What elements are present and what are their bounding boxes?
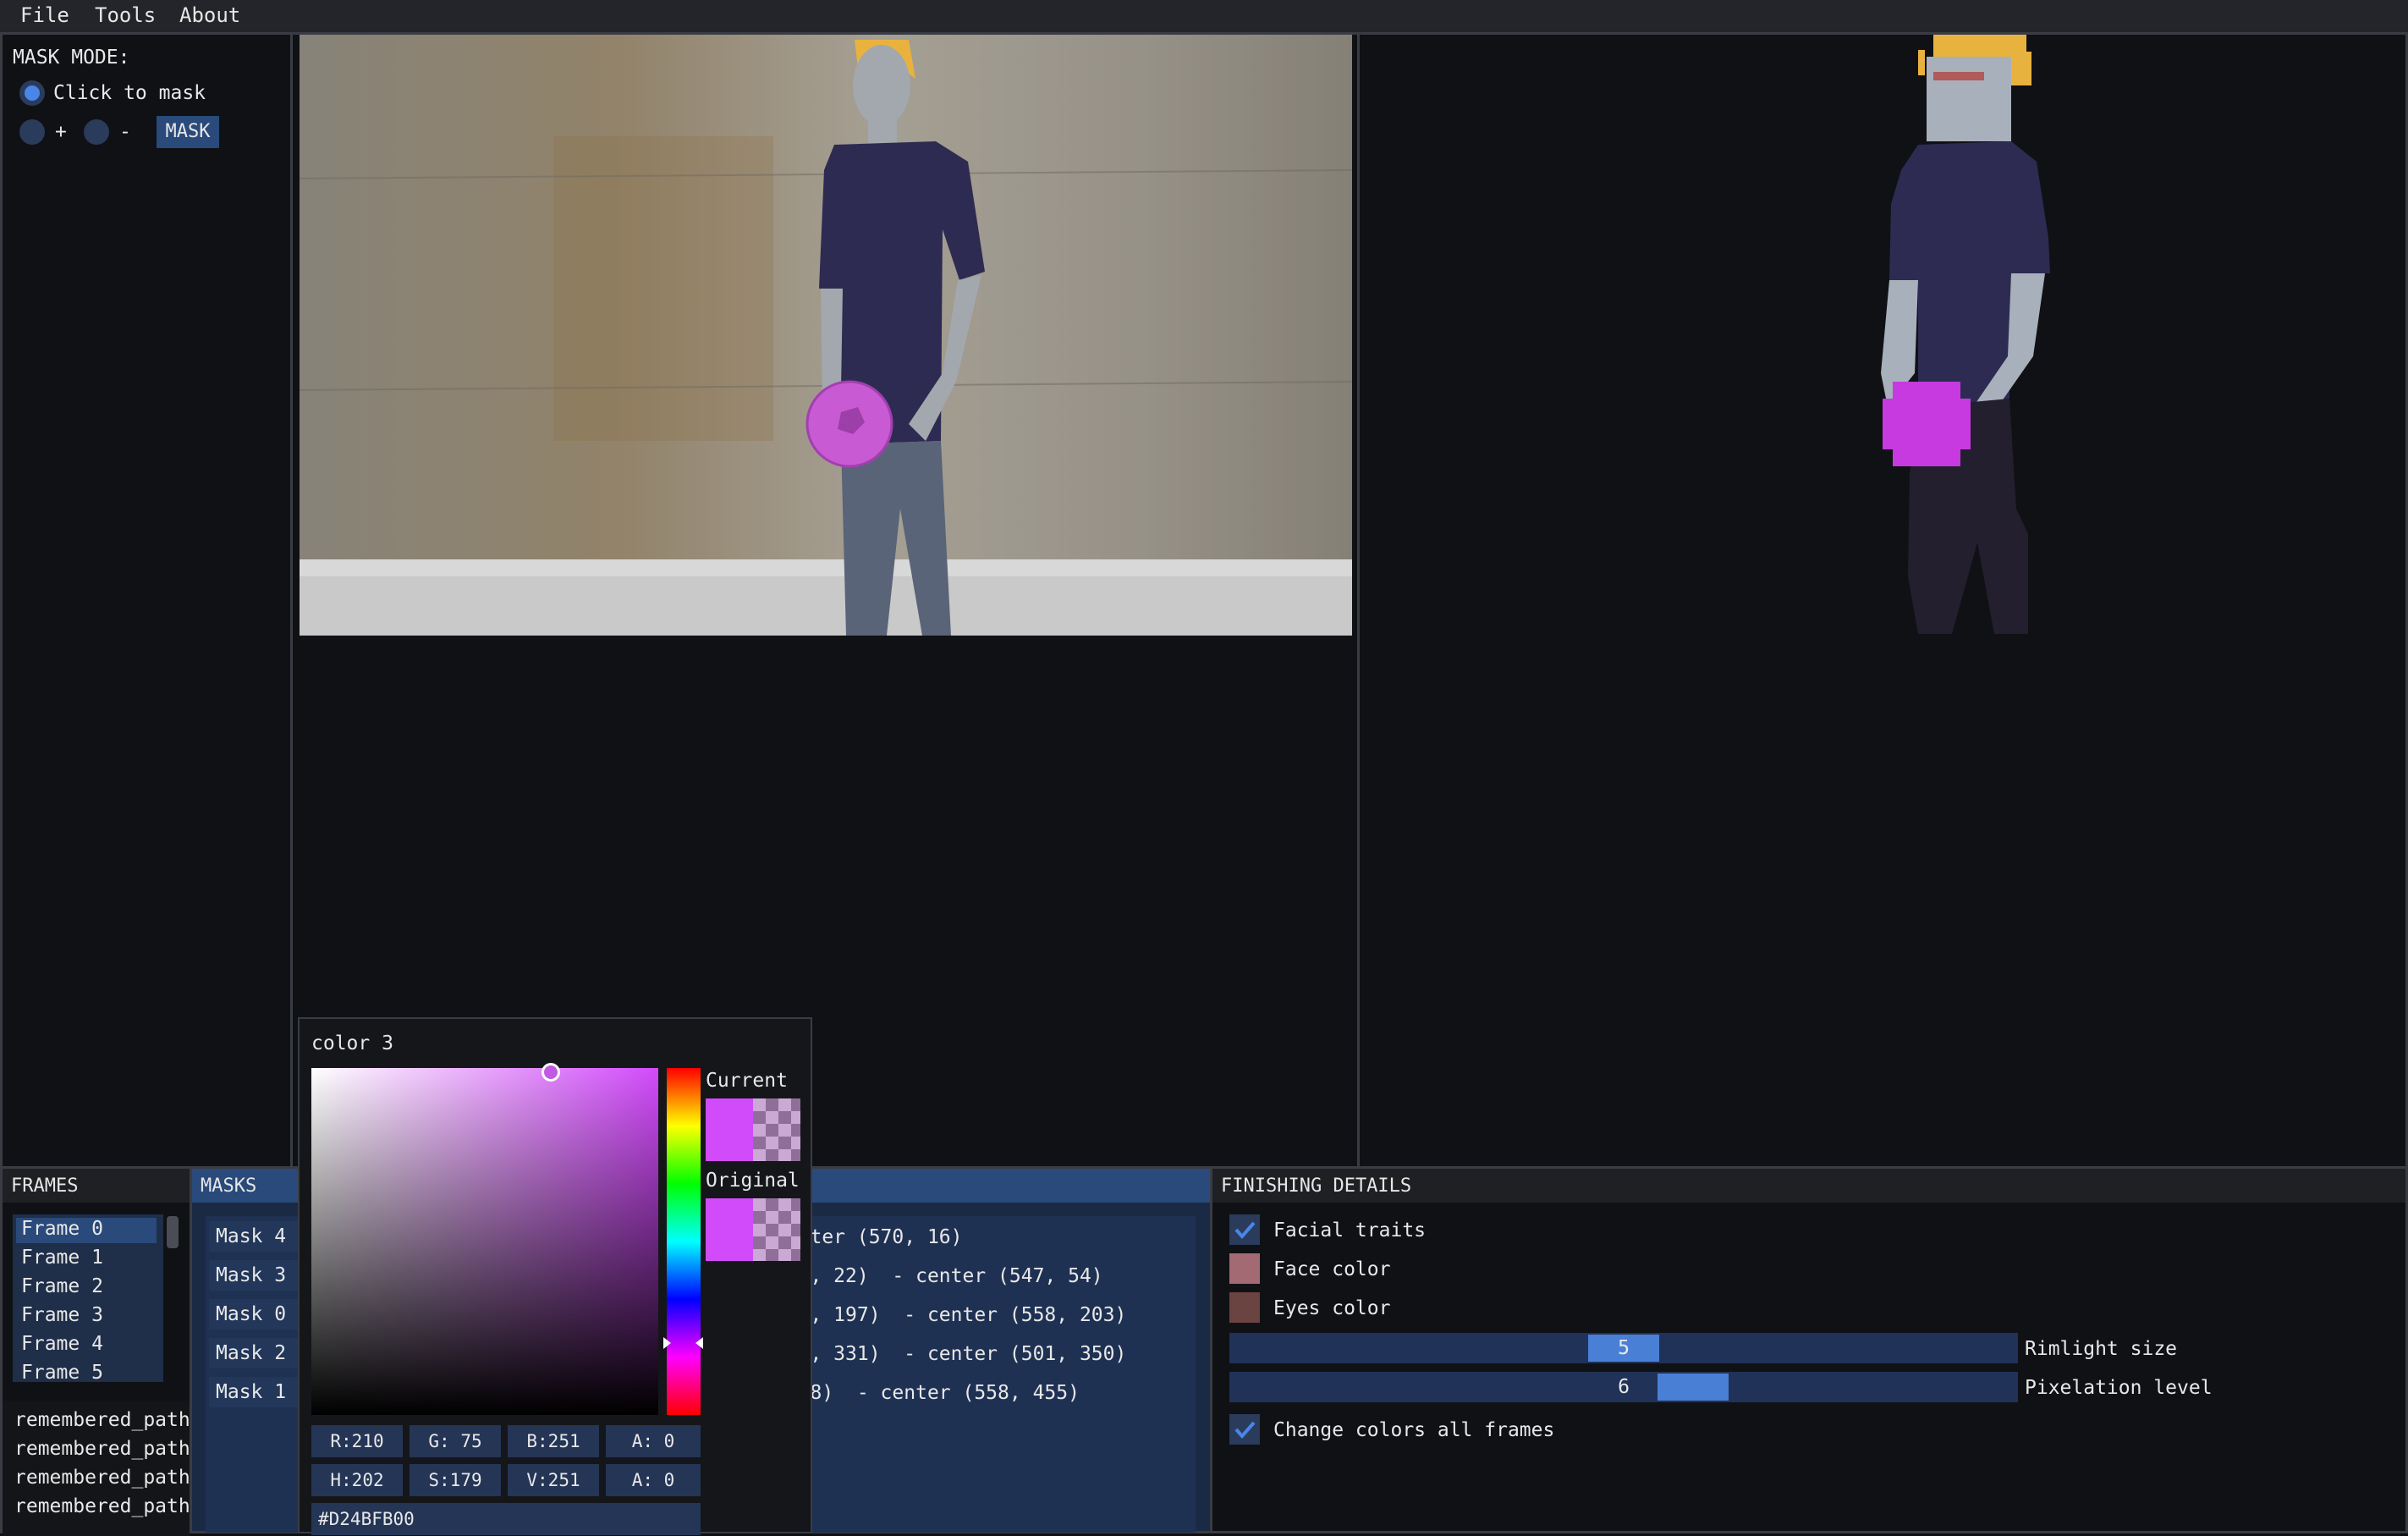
remove-mask-radio[interactable] <box>84 119 109 145</box>
history-list: remembered_path remembered_path remember… <box>3 1401 190 1536</box>
menu-tools[interactable]: Tools <box>95 3 156 27</box>
red-channel-input[interactable]: R:210 <box>311 1425 403 1457</box>
mask-item-button[interactable]: Mask 3 <box>209 1260 302 1291</box>
source-frame-image[interactable] <box>300 35 1352 636</box>
frames-scrollbar[interactable] <box>167 1216 179 1248</box>
finishing-title: FINISHING DETAILS <box>1221 1175 1412 1197</box>
pixelation-label: Pixelation level <box>2025 1377 2213 1399</box>
face-color-swatch[interactable] <box>1229 1253 1260 1284</box>
rimlight-label: Rimlight size <box>2025 1338 2178 1360</box>
hue-slider[interactable] <box>667 1068 701 1415</box>
finishing-header: FINISHING DETAILS <box>1212 1169 2405 1203</box>
current-label: Current <box>706 1070 788 1092</box>
original-label: Original <box>706 1170 800 1192</box>
history-item[interactable]: remembered_path <box>14 1495 190 1517</box>
pixelation-level-slider[interactable]: 6 <box>1229 1372 2018 1402</box>
facial-traits-label: Facial traits <box>1273 1219 1427 1241</box>
result-view-panel <box>1357 32 2408 1170</box>
saturation-input[interactable]: S:179 <box>410 1464 501 1496</box>
frame-item[interactable]: Frame 2 <box>21 1275 103 1297</box>
add-mask-label: + <box>55 121 67 143</box>
add-mask-radio[interactable] <box>19 119 45 145</box>
rimlight-size-slider[interactable]: 5 <box>1229 1333 2018 1363</box>
mask-item-button[interactable]: Mask 2 <box>209 1338 302 1368</box>
history-item[interactable]: remembered_path <box>14 1467 190 1489</box>
frame-item[interactable]: Frame 3 <box>21 1304 103 1326</box>
finishing-details-panel: FINISHING DETAILS Facial traits Face col… <box>1210 1166 2408 1533</box>
hex-input[interactable]: #D24BFB00 <box>311 1503 701 1535</box>
frame-item[interactable]: Frame 0 <box>16 1218 157 1243</box>
alpha-channel-input[interactable]: A: 0 <box>606 1425 701 1457</box>
change-all-frames-label: Change colors all frames <box>1273 1419 1555 1441</box>
mask-mode-title: MASK MODE: <box>13 47 130 69</box>
color-picker-popup: color 3 Current Original R:210 G: 75 B:2… <box>298 1017 812 1535</box>
color-picker-title: color 3 <box>311 1032 393 1054</box>
rimlight-value: 5 <box>1618 1337 1630 1359</box>
remove-mask-label: - <box>119 121 131 143</box>
menu-bar: File Tools About <box>0 0 2408 32</box>
frame-item[interactable]: Frame 1 <box>21 1247 103 1269</box>
mask-mode-panel: MASK MODE: Click to mask + - MASK <box>0 32 293 1170</box>
frames-title: FRAMES <box>11 1175 79 1197</box>
value-input[interactable]: V:251 <box>508 1464 599 1496</box>
eyes-color-label: Eyes color <box>1273 1297 1391 1319</box>
pixelated-result-image <box>1881 35 2050 634</box>
facial-traits-checkbox[interactable] <box>1229 1214 1260 1245</box>
mask-button[interactable]: MASK <box>157 116 219 148</box>
frames-header: FRAMES <box>3 1169 190 1203</box>
masks-title: MASKS <box>201 1175 257 1197</box>
hue-marker-right-icon <box>695 1337 703 1349</box>
picker-cursor[interactable] <box>542 1063 560 1082</box>
frame-item[interactable]: Frame 4 <box>21 1333 103 1355</box>
eyes-color-swatch[interactable] <box>1229 1292 1260 1323</box>
change-all-frames-checkbox[interactable] <box>1229 1414 1260 1445</box>
menu-about[interactable]: About <box>179 3 240 27</box>
frames-panel: FRAMES Frame 0 Frame 1 Frame 2 Frame 3 F… <box>0 1166 193 1536</box>
source-view-panel <box>290 32 1360 1170</box>
check-icon <box>1234 1421 1256 1440</box>
green-channel-input[interactable]: G: 75 <box>410 1425 501 1457</box>
hue-marker-left-icon <box>663 1337 671 1349</box>
saturation-value-square[interactable] <box>311 1068 658 1415</box>
blue-channel-input[interactable]: B:251 <box>508 1425 599 1457</box>
click-to-mask-label: Click to mask <box>53 82 206 104</box>
hue-input[interactable]: H:202 <box>311 1464 403 1496</box>
history-item[interactable]: remembered_path <box>14 1438 190 1460</box>
frame-item[interactable]: Frame 5 <box>21 1362 103 1384</box>
check-icon <box>1234 1221 1256 1240</box>
pixelation-value: 6 <box>1618 1376 1630 1398</box>
mask-item-button[interactable]: Mask 0 <box>209 1299 302 1330</box>
face-color-label: Face color <box>1273 1258 1391 1280</box>
mask-item-button[interactable]: Mask 4 <box>209 1221 302 1252</box>
original-color-swatch[interactable] <box>706 1198 800 1261</box>
history-item[interactable]: remembered_path <box>14 1409 190 1431</box>
menu-file[interactable]: File <box>20 3 69 27</box>
alpha-hsv-input[interactable]: A: 0 <box>606 1464 701 1496</box>
current-color-swatch <box>706 1098 800 1161</box>
mask-item-button[interactable]: Mask 1 <box>209 1377 302 1407</box>
click-to-mask-radio[interactable] <box>19 80 45 106</box>
frames-list[interactable]: Frame 0 Frame 1 Frame 2 Frame 3 Frame 4 … <box>13 1214 163 1384</box>
